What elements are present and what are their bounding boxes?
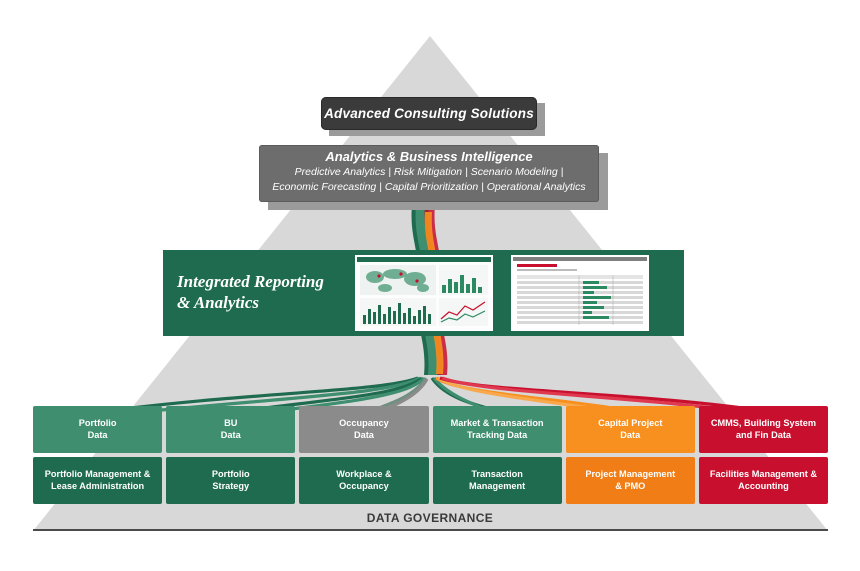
data-function-grid: Portfolio Data Portfolio Management & Le… xyxy=(33,406,829,504)
function-card-workplace-occupancy[interactable]: Workplace & Occupancy xyxy=(299,457,429,504)
column-market-transaction: Market & Transaction Tracking Data Trans… xyxy=(432,406,562,504)
analytics-business-intelligence-panel[interactable]: Analytics & Business Intelligence Predic… xyxy=(259,145,599,202)
advanced-consulting-solutions-label: Advanced Consulting Solutions xyxy=(324,106,534,121)
function-card-portfolio-strategy-line1: Portfolio xyxy=(211,469,250,479)
data-card-portfolio[interactable]: Portfolio Data xyxy=(33,406,163,453)
function-card-facilities-management-line2: Accounting xyxy=(738,480,789,491)
function-card-project-management-line2: & PMO xyxy=(615,480,646,491)
function-card-portfolio-strategy[interactable]: Portfolio Strategy xyxy=(166,457,296,504)
report-table-thumbnail[interactable] xyxy=(511,255,649,331)
data-card-bu-line2: Data xyxy=(220,429,241,440)
integrated-reporting-title-line1: Integrated Reporting xyxy=(177,272,324,291)
function-card-facilities-management[interactable]: Facilities Management & Accounting xyxy=(698,457,829,504)
function-card-workplace-occupancy-line2: Occupancy xyxy=(339,480,389,491)
data-governance-label: DATA GOVERNANCE xyxy=(366,511,494,525)
function-card-transaction-management-line2: Management xyxy=(469,480,526,491)
data-card-portfolio-line2: Data xyxy=(87,429,108,440)
data-card-occupancy-line2: Data xyxy=(353,429,374,440)
data-card-occupancy-line1: Occupancy xyxy=(339,418,389,428)
diagram-canvas: Advanced Consulting Solutions Analytics … xyxy=(0,0,860,571)
data-card-cmms-line2: and Fin Data xyxy=(735,429,791,440)
function-card-project-management-line1: Project Management xyxy=(585,469,676,479)
analytics-panel-line2: Economic Forecasting | Capital Prioritiz… xyxy=(272,181,586,193)
advanced-consulting-solutions-banner[interactable]: Advanced Consulting Solutions xyxy=(321,97,537,130)
function-card-portfolio-management-line1: Portfolio Management & xyxy=(44,469,151,479)
data-card-cmms-line1: CMMS, Building System xyxy=(710,418,817,428)
data-card-capital-project-line2: Data xyxy=(620,429,641,440)
column-occupancy: Occupancy Data Workplace & Occupancy xyxy=(299,406,429,504)
analytics-panel-title: Analytics & Business Intelligence xyxy=(325,149,533,164)
data-card-bu[interactable]: BU Data xyxy=(166,406,296,453)
function-card-portfolio-strategy-line2: Strategy xyxy=(212,480,250,491)
function-card-portfolio-management-line2: Lease Administration xyxy=(51,480,145,491)
function-card-transaction-management[interactable]: Transaction Management xyxy=(432,457,562,504)
function-card-transaction-management-line1: Transaction xyxy=(471,469,523,479)
dashboard-map-thumbnail[interactable] xyxy=(355,255,493,331)
integrated-reporting-title-line2: & Analytics xyxy=(177,293,260,312)
function-card-portfolio-management[interactable]: Portfolio Management & Lease Administrat… xyxy=(33,457,163,504)
function-card-project-management[interactable]: Project Management & PMO xyxy=(565,457,695,504)
data-card-bu-line1: BU xyxy=(224,418,238,428)
data-card-capital-project[interactable]: Capital Project Data xyxy=(565,406,695,453)
data-card-capital-project-line1: Capital Project xyxy=(598,418,663,428)
data-card-occupancy[interactable]: Occupancy Data xyxy=(299,406,429,453)
data-card-portfolio-line1: Portfolio xyxy=(78,418,117,428)
integrated-reporting-title: Integrated Reporting & Analytics xyxy=(177,271,357,313)
data-governance-divider xyxy=(33,529,828,531)
column-capital-project: Capital Project Data Project Management … xyxy=(565,406,695,504)
function-card-facilities-management-line1: Facilities Management & xyxy=(709,469,818,479)
column-portfolio: Portfolio Data Portfolio Management & Le… xyxy=(33,406,163,504)
data-card-cmms[interactable]: CMMS, Building System and Fin Data xyxy=(698,406,829,453)
analytics-panel-line1: Predictive Analytics | Risk Mitigation |… xyxy=(294,166,564,178)
function-card-workplace-occupancy-line1: Workplace & xyxy=(336,469,392,479)
data-card-market-transaction[interactable]: Market & Transaction Tracking Data xyxy=(432,406,562,453)
column-cmms: CMMS, Building System and Fin Data Facil… xyxy=(698,406,829,504)
data-card-market-transaction-line2: Tracking Data xyxy=(466,429,528,440)
data-card-market-transaction-line1: Market & Transaction xyxy=(450,418,544,428)
column-bu: BU Data Portfolio Strategy xyxy=(166,406,296,504)
